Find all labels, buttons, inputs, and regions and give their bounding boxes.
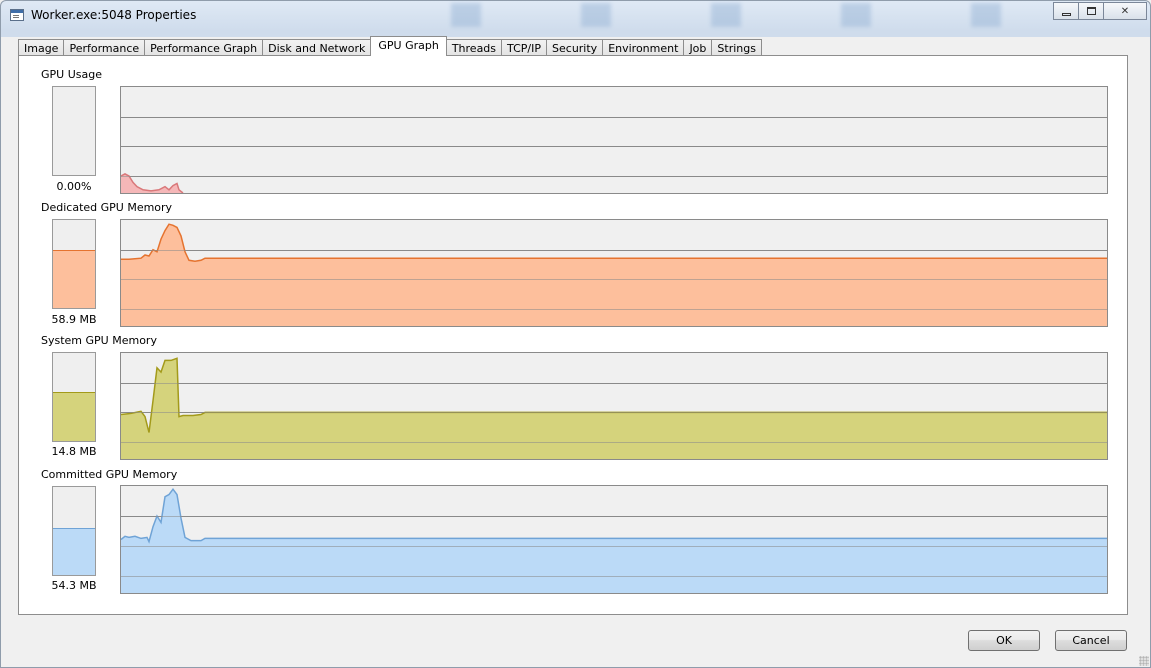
tab-image[interactable]: Image xyxy=(18,39,65,56)
cancel-button[interactable]: Cancel xyxy=(1055,630,1127,651)
background-window-blur xyxy=(411,3,1031,27)
system-gpu-memory-meter xyxy=(52,352,96,442)
dedicated-gpu-memory-meter-fill xyxy=(53,249,95,308)
app-icon[interactable] xyxy=(10,9,24,21)
dedicated-gpu-memory-area xyxy=(121,224,1107,326)
window-title: Worker.exe:5048 Properties xyxy=(31,8,197,22)
tab-performance-graph[interactable]: Performance Graph xyxy=(144,39,264,56)
close-icon: ✕ xyxy=(1120,5,1130,17)
dedicated-gpu-memory-value: 58.9 MB xyxy=(51,313,97,326)
committed-gpu-memory-line xyxy=(121,487,1107,544)
gpu-usage-meter xyxy=(52,86,96,176)
system-gpu-memory-plot xyxy=(121,357,1107,459)
maximize-icon xyxy=(1086,7,1096,15)
tab-strings[interactable]: Strings xyxy=(711,39,762,56)
tab-disk-and-network[interactable]: Disk and Network xyxy=(262,39,372,56)
committed-gpu-memory-graph xyxy=(120,485,1108,594)
gpu-graph-panel: GPU Usage 0.00% Dedicated GPU Memory 58.9 M… xyxy=(18,55,1128,615)
minimize-button[interactable] xyxy=(1053,2,1079,20)
minimize-icon xyxy=(1061,12,1071,16)
tab-threads[interactable]: Threads xyxy=(445,39,503,56)
committed-gpu-memory-area xyxy=(121,489,1107,593)
gpu-usage-value: 0.00% xyxy=(56,180,92,193)
dedicated-gpu-memory-label: Dedicated GPU Memory xyxy=(41,201,173,214)
gpu-usage-graph xyxy=(120,86,1108,194)
system-gpu-memory-area xyxy=(121,358,1107,459)
tab-strip: Image Performance Performance Graph Disk an… xyxy=(18,36,762,56)
title-bar[interactable]: Worker.exe:5048 Properties ✕ xyxy=(1,1,1150,31)
tab-tcp-ip[interactable]: TCP/IP xyxy=(501,39,548,56)
ok-button[interactable]: OK xyxy=(968,630,1040,651)
committed-gpu-memory-label: Committed GPU Memory xyxy=(41,468,178,481)
dedicated-gpu-memory-plot xyxy=(121,223,1107,326)
close-button[interactable]: ✕ xyxy=(1103,2,1147,20)
system-gpu-memory-graph xyxy=(120,352,1108,460)
tab-environment[interactable]: Environment xyxy=(602,39,685,56)
tab-job[interactable]: Job xyxy=(683,39,713,56)
committed-gpu-memory-value: 54.3 MB xyxy=(51,579,97,592)
committed-gpu-memory-plot xyxy=(121,487,1107,593)
window-controls: ✕ xyxy=(1053,2,1147,22)
dedicated-gpu-memory-graph xyxy=(120,219,1108,327)
maximize-button[interactable] xyxy=(1078,2,1104,20)
gpu-usage-label: GPU Usage xyxy=(41,68,102,81)
dedicated-gpu-memory-line xyxy=(121,223,1107,263)
system-gpu-memory-value: 14.8 MB xyxy=(51,445,97,458)
dedicated-gpu-memory-meter xyxy=(52,219,96,309)
system-gpu-memory-label: System GPU Memory xyxy=(41,334,157,347)
system-gpu-memory-meter-fill xyxy=(53,391,95,441)
committed-gpu-memory-meter xyxy=(52,486,96,576)
tab-gpu-graph[interactable]: GPU Graph xyxy=(370,36,447,56)
tab-security[interactable]: Security xyxy=(546,39,604,56)
gpu-usage-plot xyxy=(121,117,1107,193)
resize-grip[interactable] xyxy=(1139,656,1149,666)
committed-gpu-memory-meter-fill xyxy=(53,528,95,575)
tab-performance[interactable]: Performance xyxy=(63,39,146,56)
